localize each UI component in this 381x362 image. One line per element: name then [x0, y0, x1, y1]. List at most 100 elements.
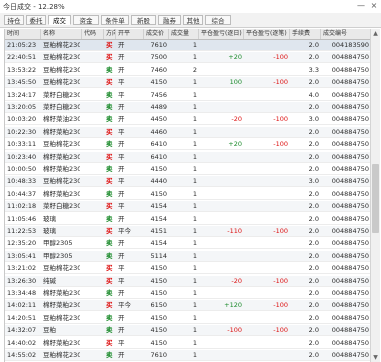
cell-成交价: 4150 — [150, 313, 167, 322]
cell-名称: 纯碱 — [43, 276, 56, 285]
cell-成交量: 1 — [192, 152, 197, 161]
cell-平仓盈亏(逐笔): -100 — [273, 227, 288, 235]
cell-手续费: 2.0 — [308, 152, 319, 161]
table-row[interactable]: 22:40:51 豆粕棉花2305 买开 7500 1 +20 -100 2.0 0048847… — [5, 52, 371, 64]
column-header-10[interactable]: 成交编号 — [321, 29, 371, 39]
table-row[interactable]: 11:05:46 玻璃 卖开 4154 1 2.0 004884750 — [5, 214, 371, 225]
cell-方向: 卖 — [106, 313, 113, 322]
column-header-4[interactable]: 开平 — [116, 29, 144, 39]
cell-成交量: 1 — [192, 351, 197, 359]
table-row[interactable]: 14:02:11 棉籽菜粕2305 买平今 6150 1 +120 -100 2.0 00488… — [5, 300, 371, 312]
cell-平仓盈亏(逐笔) — [246, 214, 288, 224]
table-row[interactable]: 10:44:37 棉籽菜粕2305 卖开 4150 1 2.0 004884750 — [5, 189, 371, 200]
table-row[interactable]: 13:53:22 豆粕棉花2305 卖开 7460 2 3.3 004884750 — [5, 65, 371, 76]
cell-方向: 卖 — [106, 214, 113, 223]
cell-平仓盈亏(逐日): -20 — [231, 115, 242, 124]
table-row[interactable]: 21:05:23 豆粕棉花2305 买开 7610 1 2.0 004183590 — [5, 40, 371, 51]
cell-时间: 10:48:33 — [7, 177, 37, 186]
tab-8[interactable]: 综合 — [205, 15, 231, 25]
cell-代码 — [84, 350, 102, 360]
cell-代码 — [84, 127, 102, 137]
tab-6[interactable]: 融券 — [158, 15, 181, 25]
table-row[interactable]: 10:48:33 豆粕棉花2305 买平 4440 1 3.0 004884750 — [5, 176, 371, 188]
table-row[interactable]: 10:00:50 棉籽菜粕2305 卖开 4150 1 2.0 004884750 — [5, 164, 371, 175]
column-header-2[interactable]: 代码 — [82, 29, 104, 39]
table-row[interactable]: 14:20:51 豆粕棉花2305 卖开 4150 1 2.0 004884750 — [5, 313, 371, 324]
tab-1[interactable]: 委托 — [26, 15, 46, 25]
table-row[interactable]: 11:22:53 玻璃 买平今 4151 1 -110 -100 2.0 004884750 — [5, 226, 371, 237]
cell-名称: 棉籽菜粕2305 — [43, 301, 80, 310]
cell-时间: 10:23:40 — [7, 152, 37, 161]
tab-5[interactable]: 新股 — [131, 15, 156, 25]
cell-时间: 13:20:05 — [7, 103, 37, 111]
column-header-6[interactable]: 成交量 — [169, 29, 199, 39]
cell-开平: 平 — [118, 127, 125, 136]
cell-成交价: 7460 — [150, 65, 167, 74]
table-row[interactable]: 10:03:20 棉籽菜油2305 卖开 4450 1 -20 -100 3.0 0048847… — [5, 114, 371, 126]
column-header-5[interactable]: 成交价 — [144, 29, 169, 39]
tab-3[interactable]: 资金 — [73, 15, 99, 25]
column-header-3[interactable]: 方向 — [104, 29, 116, 39]
tab-2[interactable]: 成交 — [48, 15, 71, 25]
scroll-up-arrow[interactable]: ▲ — [371, 29, 380, 38]
table-row[interactable]: 10:23:40 棉籽菜粕2305 买平 6410 1 2.0 004884750 — [5, 151, 371, 163]
minimize-button[interactable]: — — [356, 1, 366, 11]
cell-时间: 10:00:50 — [7, 165, 37, 173]
cell-成交编号: 004884750 — [331, 115, 369, 124]
tab-bar: 持仓 委托 成交 资金 条件单 新股 融券 其他 综合 — [0, 13, 381, 28]
cell-成交量: 1 — [192, 251, 197, 260]
table-row[interactable]: 14:55:02 豆粕棉花2305 卖开 7610 1 2.0 004884750 — [5, 350, 371, 361]
table-row[interactable]: 13:34:48 棉籽菜粕2305 卖开 4150 1 2.0 004884750 — [5, 288, 371, 299]
cell-成交价: 4489 — [150, 103, 167, 111]
cell-成交量: 1 — [192, 140, 197, 149]
column-header-1[interactable]: 名称 — [41, 29, 82, 39]
cell-手续费: 2.0 — [308, 227, 319, 235]
cell-平仓盈亏(逐笔) — [246, 238, 288, 248]
tab-4[interactable]: 条件单 — [101, 15, 129, 25]
cell-成交量: 1 — [192, 289, 197, 297]
table-row[interactable]: 14:32:07 豆粕 卖开 4150 1 -100 -100 2.0 004884750 — [5, 325, 371, 337]
cell-时间: 13:34:48 — [7, 289, 37, 297]
table-row[interactable]: 13:26:30 纯碱 买平 4150 1 -20 -100 2.0 004884750 — [5, 275, 371, 287]
cell-平仓盈亏(逐笔) — [246, 263, 288, 273]
cell-平仓盈亏(逐笔) — [246, 90, 288, 100]
tab-0[interactable]: 持仓 — [4, 15, 24, 25]
table-row[interactable]: 13:21:02 豆粕棉花2305 买平 4150 1 2.0 004884750 — [5, 263, 371, 275]
cell-名称: 棉籽菜粕2305 — [43, 338, 80, 347]
column-header-0[interactable]: 时间 — [5, 29, 41, 39]
cell-时间: 10:33:11 — [7, 140, 37, 149]
cell-平仓盈亏(逐日): +120 — [224, 301, 242, 310]
cell-成交编号: 004884750 — [331, 152, 369, 161]
table-row[interactable]: 13:24:17 菜籽白糖2305 卖平 7456 1 4.0 004884750 — [5, 90, 371, 101]
table-row[interactable]: 13:20:05 菜籽白糖2305 卖开 4489 1 2.0 004884750 — [5, 102, 371, 113]
table-row[interactable]: 11:02:18 菜籽白糖2305 买平 4154 1 2.0 004884750 — [5, 201, 371, 213]
vertical-scrollbar[interactable]: ▲ ▼ — [370, 29, 380, 362]
cell-成交价: 4150 — [150, 338, 167, 347]
cell-成交编号: 004884750 — [331, 264, 369, 273]
table-row[interactable]: 13:45:50 豆粕棉花2305 买平 4150 1 100 -100 2.0 0048847… — [5, 77, 371, 89]
table-row[interactable]: 10:22:30 棉籽菜粕2305 买平 4460 1 2.0 004884750 — [5, 126, 371, 138]
column-header-7[interactable]: 平仓盈亏(逐日) — [199, 29, 244, 39]
column-header-8[interactable]: 平仓盈亏(逐笔) — [244, 29, 290, 39]
scroll-down-arrow[interactable]: ▼ — [371, 353, 380, 362]
cell-时间: 13:26:30 — [7, 276, 37, 285]
close-button[interactable]: × — [369, 1, 379, 11]
cell-代码 — [84, 300, 102, 310]
scroll-thumb[interactable] — [372, 164, 379, 234]
table-row[interactable]: 10:33:11 豆粕棉花2305 卖开 6410 1 +20 -100 2.0 0048847… — [5, 139, 371, 151]
cell-平仓盈亏(逐笔) — [246, 102, 288, 112]
table-row[interactable]: 14:40:02 棉籽菜粕2305 买平 4150 1 2.0 004884750 — [5, 338, 371, 349]
tab-7[interactable]: 其他 — [183, 15, 203, 25]
cell-成交价: 4150 — [150, 264, 167, 273]
table-row[interactable]: 12:35:20 甲醇2305 卖开 4154 1 2.0 004884750 — [5, 238, 371, 250]
cell-代码 — [84, 102, 102, 112]
cell-平仓盈亏(逐日) — [201, 338, 242, 348]
cell-成交编号: 004884750 — [331, 351, 369, 359]
table-row[interactable]: 13:05:41 甲醇2305 卖开 5114 1 2.0 004884750 — [5, 250, 371, 262]
cell-成交价: 4151 — [150, 227, 167, 235]
cell-手续费: 2.0 — [308, 103, 319, 111]
cell-名称: 豆粕棉花2305 — [43, 313, 80, 322]
column-header-9[interactable]: 手续费 — [290, 29, 321, 39]
cell-代码 — [84, 176, 102, 186]
cell-平仓盈亏(逐日) — [201, 102, 242, 112]
